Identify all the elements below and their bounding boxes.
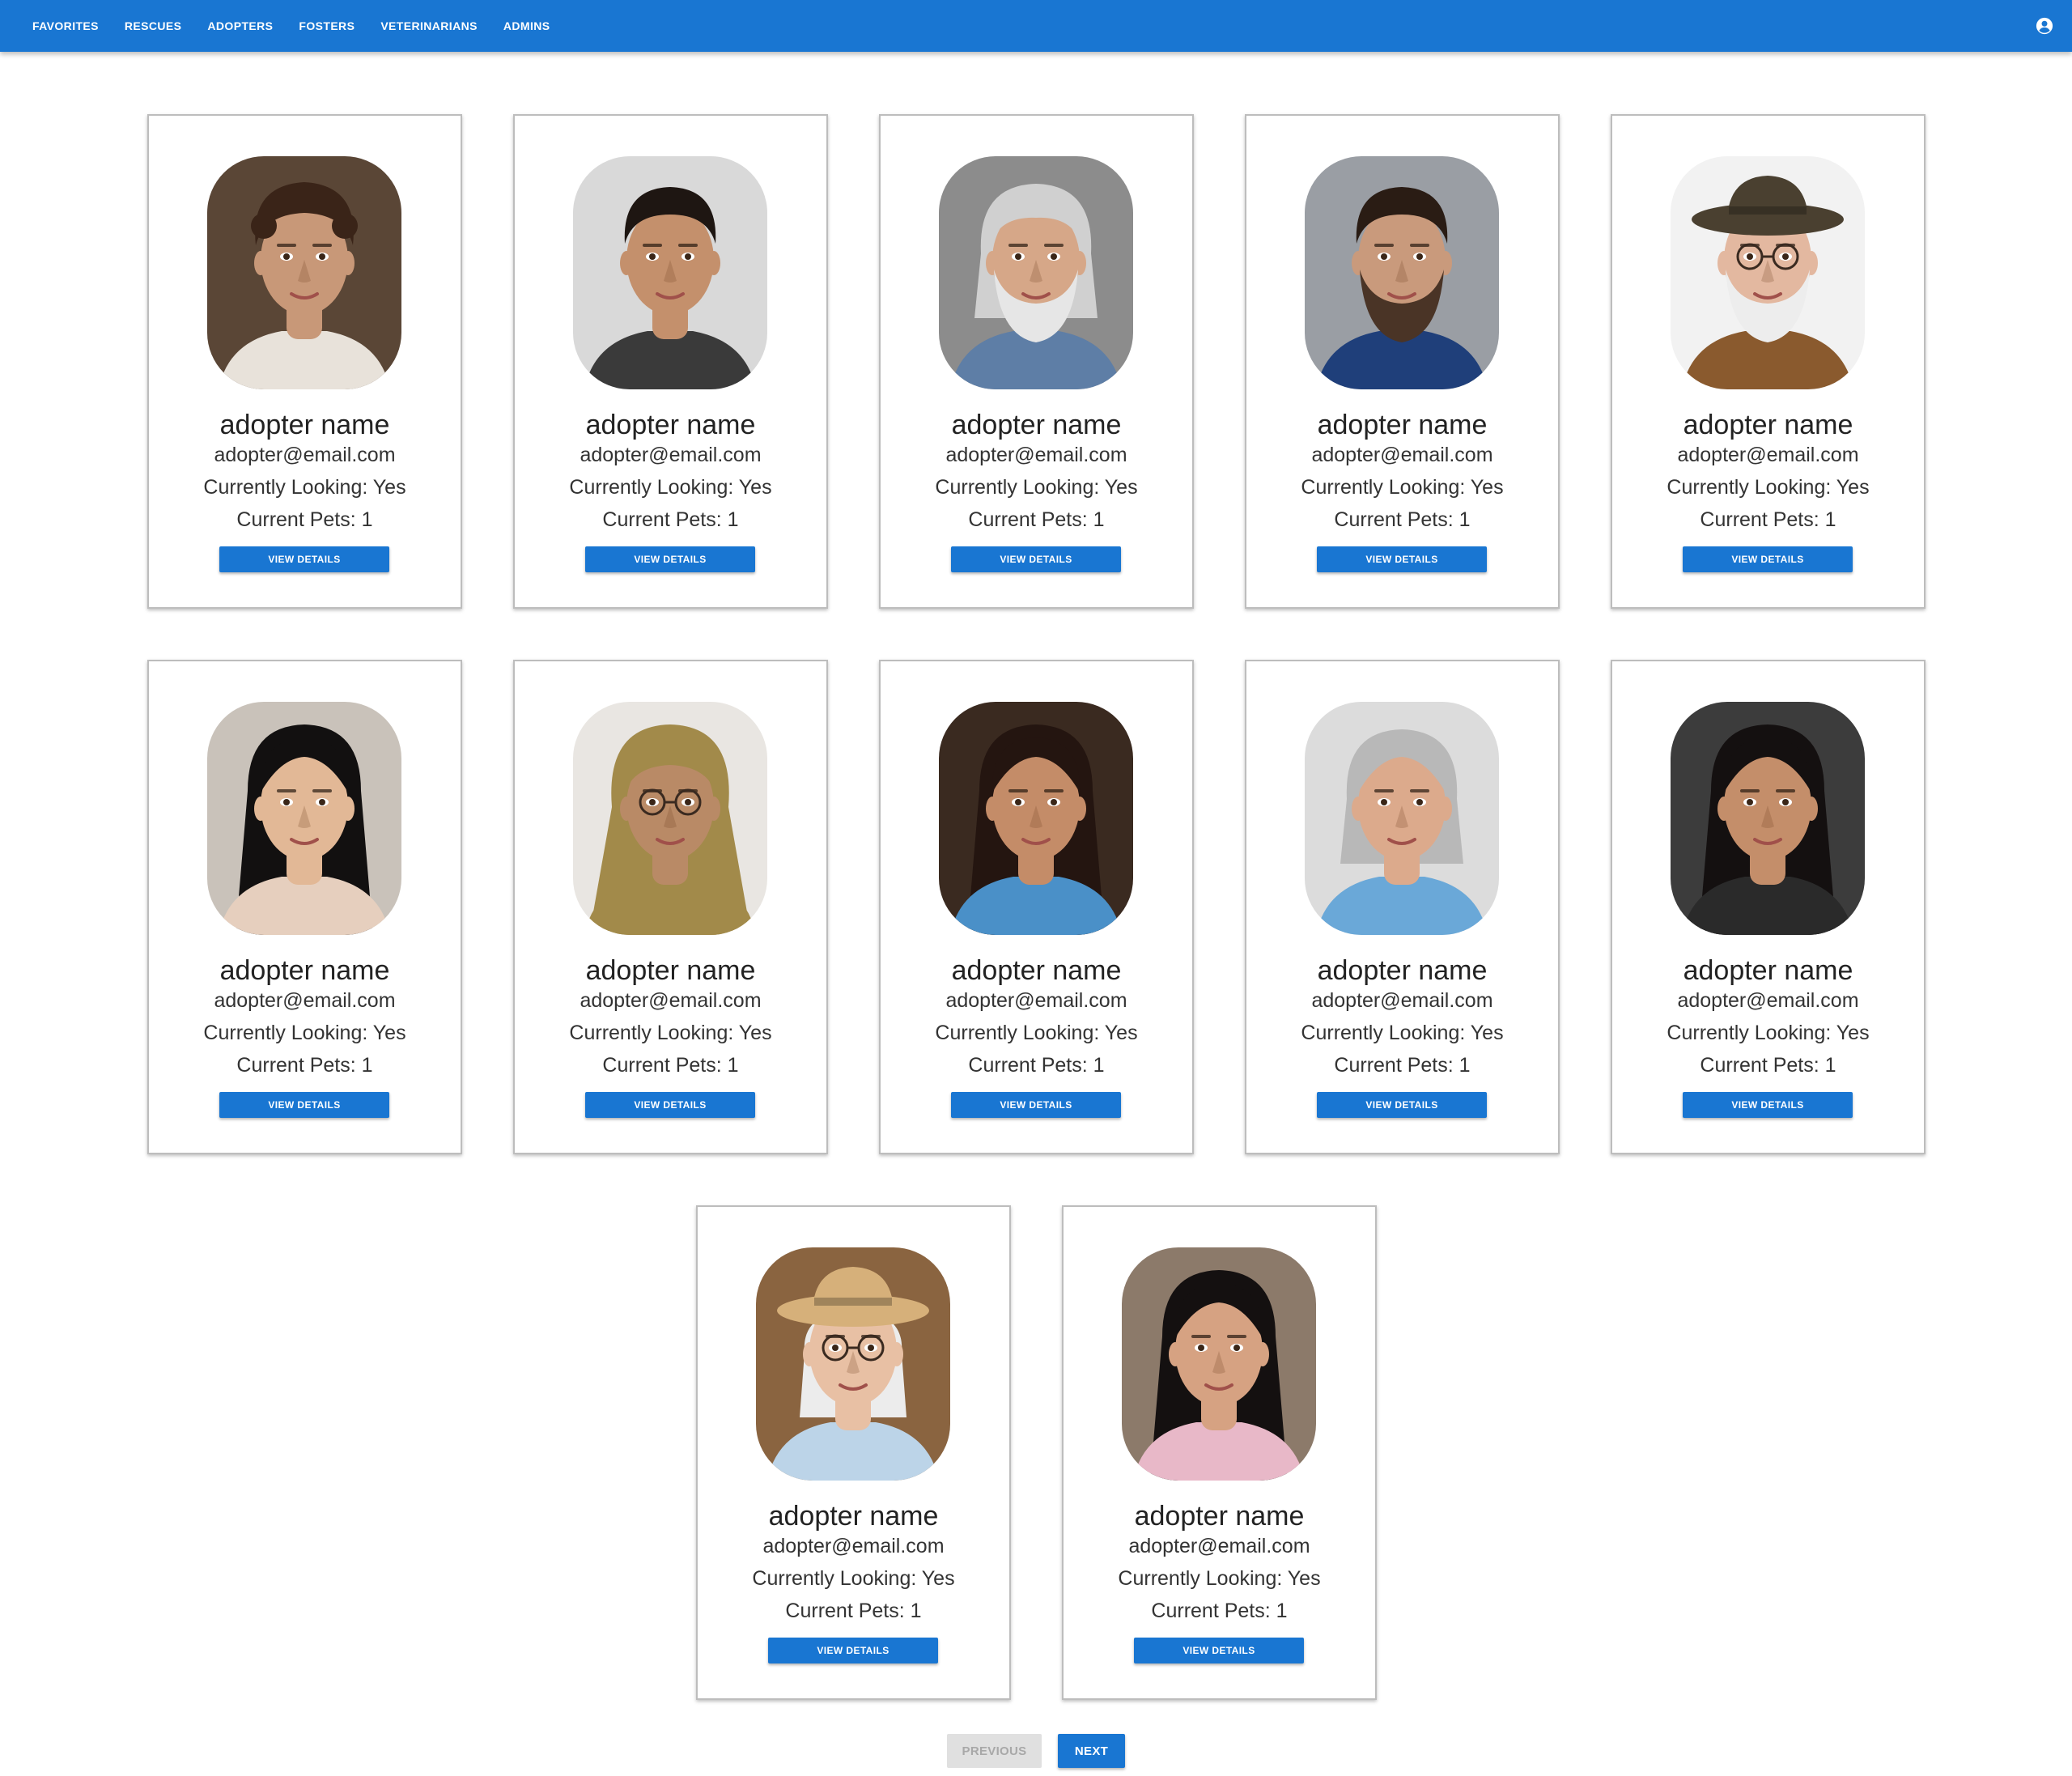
adopter-card: adopter name adopter@email.com Currently… <box>1611 114 1926 609</box>
view-details-button[interactable]: VIEW DETAILS <box>1683 1092 1853 1118</box>
view-details-button[interactable]: VIEW DETAILS <box>1134 1638 1304 1663</box>
view-details-button[interactable]: VIEW DETAILS <box>219 1092 389 1118</box>
view-details-button[interactable]: VIEW DETAILS <box>1317 1092 1487 1118</box>
currently-looking: Currently Looking: Yes <box>1667 1022 1870 1044</box>
adopter-email: adopter@email.com <box>1677 989 1859 1012</box>
adopter-photo <box>939 156 1133 389</box>
adopter-photo <box>573 156 767 389</box>
adopter-name: adopter name <box>585 955 756 986</box>
view-details-button[interactable]: VIEW DETAILS <box>585 546 755 572</box>
current-pets: Current Pets: 1 <box>785 1600 922 1622</box>
adopter-photo <box>756 1247 950 1481</box>
adopter-name: adopter name <box>1317 955 1488 986</box>
adopter-photo <box>573 702 767 935</box>
adopter-card: adopter name adopter@email.com Currently… <box>1245 114 1560 609</box>
adopter-email: adopter@email.com <box>1311 444 1493 466</box>
view-details-button[interactable]: VIEW DETAILS <box>585 1092 755 1118</box>
adopter-photo <box>1305 156 1499 389</box>
current-pets: Current Pets: 1 <box>1700 1054 1836 1077</box>
next-button[interactable]: NEXT <box>1058 1734 1125 1768</box>
adopter-photo <box>207 702 401 935</box>
adopter-email: adopter@email.com <box>1311 989 1493 1012</box>
currently-looking: Currently Looking: Yes <box>1301 476 1504 499</box>
view-details-button[interactable]: VIEW DETAILS <box>1317 546 1487 572</box>
account-circle-icon <box>2036 17 2053 35</box>
adopter-email: adopter@email.com <box>762 1535 945 1557</box>
currently-looking: Currently Looking: Yes <box>1301 1022 1504 1044</box>
adopter-name: adopter name <box>951 955 1122 986</box>
adopter-email: adopter@email.com <box>945 444 1127 466</box>
adopter-card: adopter name adopter@email.com Currently… <box>513 660 828 1154</box>
adopter-name: adopter name <box>1317 410 1488 440</box>
nav-veterinarians[interactable]: VETERINARIANS <box>367 11 490 40</box>
adopter-photo <box>207 156 401 389</box>
current-pets: Current Pets: 1 <box>1334 1054 1471 1077</box>
currently-looking: Currently Looking: Yes <box>1667 476 1870 499</box>
view-details-button[interactable]: VIEW DETAILS <box>951 1092 1121 1118</box>
adopter-name: adopter name <box>1683 955 1853 986</box>
current-pets: Current Pets: 1 <box>602 508 739 531</box>
current-pets: Current Pets: 1 <box>1151 1600 1288 1622</box>
adopter-name: adopter name <box>219 955 390 986</box>
adopter-photo <box>1671 702 1865 935</box>
current-pets: Current Pets: 1 <box>968 508 1105 531</box>
currently-looking: Currently Looking: Yes <box>569 476 772 499</box>
currently-looking: Currently Looking: Yes <box>1118 1567 1321 1590</box>
adopter-card: adopter name adopter@email.com Currently… <box>696 1205 1011 1700</box>
currently-looking: Currently Looking: Yes <box>203 476 406 499</box>
adopter-name: adopter name <box>951 410 1122 440</box>
current-pets: Current Pets: 1 <box>602 1054 739 1077</box>
adopter-name: adopter name <box>768 1501 939 1532</box>
adopter-email: adopter@email.com <box>1677 444 1859 466</box>
view-details-button[interactable]: VIEW DETAILS <box>768 1638 938 1663</box>
adopter-card: adopter name adopter@email.com Currently… <box>513 114 828 609</box>
adopter-card: adopter name adopter@email.com Currently… <box>147 660 462 1154</box>
adopter-name: adopter name <box>219 410 390 440</box>
adopter-photo <box>1122 1247 1316 1481</box>
adopter-name: adopter name <box>585 410 756 440</box>
adopter-card: adopter name adopter@email.com Currently… <box>879 114 1194 609</box>
previous-button[interactable]: PREVIOUS <box>947 1734 1042 1768</box>
adopter-photo <box>1305 702 1499 935</box>
view-details-button[interactable]: VIEW DETAILS <box>1683 546 1853 572</box>
adopter-email: adopter@email.com <box>580 444 762 466</box>
account-button[interactable] <box>2033 15 2056 37</box>
adopter-name: adopter name <box>1683 410 1853 440</box>
currently-looking: Currently Looking: Yes <box>569 1022 772 1044</box>
adopter-card: adopter name adopter@email.com Currently… <box>879 660 1194 1154</box>
current-pets: Current Pets: 1 <box>1700 508 1836 531</box>
adopter-name: adopter name <box>1134 1501 1305 1532</box>
currently-looking: Currently Looking: Yes <box>203 1022 406 1044</box>
current-pets: Current Pets: 1 <box>236 508 373 531</box>
adopter-card: adopter name adopter@email.com Currently… <box>147 114 462 609</box>
app-bar: FAVORITES RESCUES ADOPTERS FOSTERS VETER… <box>0 0 2072 52</box>
adopter-email: adopter@email.com <box>214 989 396 1012</box>
nav-fosters[interactable]: FOSTERS <box>286 11 367 40</box>
adopter-email: adopter@email.com <box>580 989 762 1012</box>
nav-favorites[interactable]: FAVORITES <box>19 11 112 40</box>
currently-looking: Currently Looking: Yes <box>935 1022 1138 1044</box>
adopter-card: adopter name adopter@email.com Currently… <box>1245 660 1560 1154</box>
current-pets: Current Pets: 1 <box>968 1054 1105 1077</box>
adopter-photo <box>1671 156 1865 389</box>
adopter-email: adopter@email.com <box>945 989 1127 1012</box>
view-details-button[interactable]: VIEW DETAILS <box>951 546 1121 572</box>
adopter-card: adopter name adopter@email.com Currently… <box>1062 1205 1377 1700</box>
adopter-card: adopter name adopter@email.com Currently… <box>1611 660 1926 1154</box>
view-details-button[interactable]: VIEW DETAILS <box>219 546 389 572</box>
nav-admins[interactable]: ADMINS <box>490 11 563 40</box>
nav-rescues[interactable]: RESCUES <box>112 11 194 40</box>
adopter-email: adopter@email.com <box>1128 1535 1310 1557</box>
adopter-photo <box>939 702 1133 935</box>
nav-adopters[interactable]: ADOPTERS <box>194 11 286 40</box>
adopter-email: adopter@email.com <box>214 444 396 466</box>
currently-looking: Currently Looking: Yes <box>935 476 1138 499</box>
currently-looking: Currently Looking: Yes <box>752 1567 955 1590</box>
current-pets: Current Pets: 1 <box>236 1054 373 1077</box>
current-pets: Current Pets: 1 <box>1334 508 1471 531</box>
